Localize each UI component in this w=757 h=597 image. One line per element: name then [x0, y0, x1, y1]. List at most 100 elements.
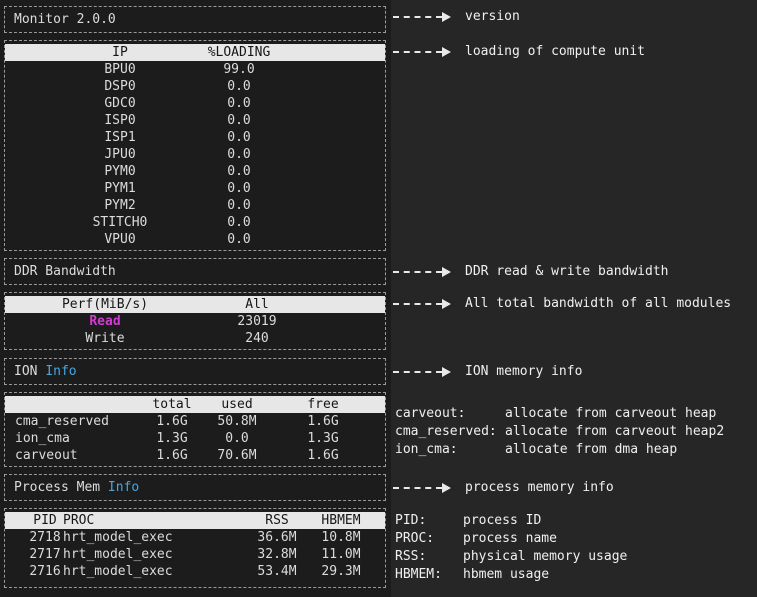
rss-value: 32.8M [257, 547, 297, 562]
total-value: 1.6G [156, 448, 188, 463]
annotation-ion: ION memory info [393, 363, 582, 380]
hbmem-value: 10.8M [321, 530, 361, 545]
process-title-highlight: Info [107, 480, 140, 495]
note-term: HBMEM: [395, 567, 442, 582]
dashed-arrow-icon [393, 298, 451, 309]
annotation-ddr: DDR read & write bandwidth [393, 263, 669, 280]
ip-name: PYM2 [104, 198, 136, 213]
read-label: Read [89, 314, 121, 329]
ip-loading-value: 0.0 [227, 130, 251, 145]
free-value: 1.6G [307, 448, 339, 463]
note-line: PID: process ID [395, 512, 627, 530]
loading-column-header: %LOADING [207, 45, 271, 60]
ip-name: GDC0 [104, 96, 136, 111]
rss-column-header: RSS [265, 513, 289, 528]
pid-value: 2717 [29, 547, 61, 562]
hbmem-column-header: HBMEM [321, 513, 361, 528]
note-line: RSS: physical memory usage [395, 548, 627, 566]
total-value: 1.3G [156, 431, 188, 446]
table-row: ISP0 0.0 [5, 112, 385, 129]
ip-loading-value: 0.0 [227, 96, 251, 111]
process-name: hrt_model_exec [63, 547, 173, 562]
ip-loading-value: 0.0 [227, 113, 251, 128]
note-term: cma_reserved: [395, 424, 497, 439]
pid-column-header: PID [33, 513, 57, 528]
table-row: ISP1 0.0 [5, 129, 385, 146]
note-desc: physical memory usage [463, 549, 628, 564]
ion-section-title: ION Info [5, 359, 385, 384]
ip-loading-value: 0.0 [227, 79, 251, 94]
ip-name: ISP1 [104, 130, 136, 145]
dashed-arrow-icon [393, 46, 451, 57]
write-label: Write [85, 331, 125, 346]
rss-value: 53.4M [257, 564, 297, 579]
ip-loading-value: 0.0 [227, 147, 251, 162]
all-column-header: All [245, 297, 269, 312]
note-line: cma_reserved: allocate from carveout heap… [395, 423, 724, 441]
note-desc: allocate from carveout heap2 [505, 424, 725, 439]
rss-value: 36.6M [257, 530, 297, 545]
table-row: DSP0 0.0 [5, 78, 385, 95]
table-row: 2716 hrt_model_exec 53.4M 29.3M [5, 563, 385, 580]
ip-name: PYM1 [104, 181, 136, 196]
ip-table-header: IP %LOADING [5, 44, 385, 61]
ip-loading-value: 0.0 [227, 181, 251, 196]
table-row: PYM1 0.0 [5, 180, 385, 197]
dashed-arrow-icon [393, 266, 451, 277]
ip-name: DSP0 [104, 79, 136, 94]
ddr-title-box: DDR Bandwidth [4, 258, 386, 285]
ip-name: VPU0 [104, 232, 136, 247]
note-line: ion_cma: allocate from dma heap [395, 441, 724, 459]
note-line: carveout: allocate from carveout heap [395, 405, 724, 423]
ddr-perf-table: Perf(MiB/s) All Read 23019 Write 240 [4, 292, 386, 350]
write-bandwidth-value: 240 [245, 331, 269, 346]
monitor-title-box: Monitor 2.0.0 [4, 6, 386, 33]
process-field-notes: PID: process ID PROC: process name RSS: phy… [395, 512, 627, 584]
monitor-version-title: Monitor 2.0.0 [14, 12, 116, 27]
used-value: 70.6M [217, 448, 257, 463]
ip-name: STITCH0 [92, 215, 148, 230]
ip-name: ISP0 [104, 113, 136, 128]
table-row: STITCH0 0.0 [5, 214, 385, 231]
table-row: cma_reserved 1.6G 50.8M 1.6G [5, 413, 385, 430]
free-value: 1.6G [307, 414, 339, 429]
table-row: BPU0 99.0 [5, 61, 385, 78]
used-value: 0.0 [225, 431, 249, 446]
process-section-title: Process Mem Info [5, 475, 385, 500]
total-column-header: total [152, 397, 192, 412]
ip-loading-value: 0.0 [227, 164, 251, 179]
free-column-header: free [307, 397, 339, 412]
ip-name: PYM0 [104, 164, 136, 179]
used-column-header: used [221, 397, 253, 412]
table-row: PYM2 0.0 [5, 197, 385, 214]
ip-loading-value: 0.0 [227, 198, 251, 213]
terminal-panel: Monitor 2.0.0 IP %LOADING BPU0 99.0 DSP0 0… [0, 0, 391, 597]
ion-memory-table: total used free cma_reserved 1.6G 50.8M 1.6… [4, 392, 386, 467]
read-bandwidth-value: 23019 [237, 314, 277, 329]
ip-loading-table: IP %LOADING BPU0 99.0 DSP0 0.0 GDC0 0.0 ISP… [4, 40, 386, 251]
table-row: Write 240 [5, 330, 385, 347]
process-name: hrt_model_exec [63, 564, 173, 579]
process-name: hrt_model_exec [63, 530, 173, 545]
annotation-version: version [393, 8, 520, 25]
pid-value: 2718 [29, 530, 61, 545]
ddr-section-title: DDR Bandwidth [14, 264, 116, 279]
total-value: 1.6G [156, 414, 188, 429]
note-line: PROC: process name [395, 530, 627, 548]
annotation-text: version [465, 9, 520, 24]
note-desc: hbmem usage [463, 567, 550, 582]
note-term: ion_cma: [395, 442, 458, 457]
table-row: 2717 hrt_model_exec 32.8M 11.0M [5, 546, 385, 563]
note-desc: allocate from carveout heap [505, 406, 717, 421]
annotation-text: process memory info [465, 480, 614, 495]
table-row: Read 23019 [5, 313, 385, 330]
note-desc: process ID [463, 513, 542, 528]
ion-heap-notes: carveout: allocate from carveout heap cma… [395, 405, 724, 459]
table-row: carveout 1.6G 70.6M 1.6G [5, 447, 385, 464]
ip-loading-value: 0.0 [227, 232, 251, 247]
table-row: PYM0 0.0 [5, 163, 385, 180]
table-row: GDC0 0.0 [5, 95, 385, 112]
heap-name: cma_reserved [15, 414, 109, 429]
note-desc: allocate from dma heap [505, 442, 678, 457]
ion-title-highlight: Info [45, 364, 77, 379]
